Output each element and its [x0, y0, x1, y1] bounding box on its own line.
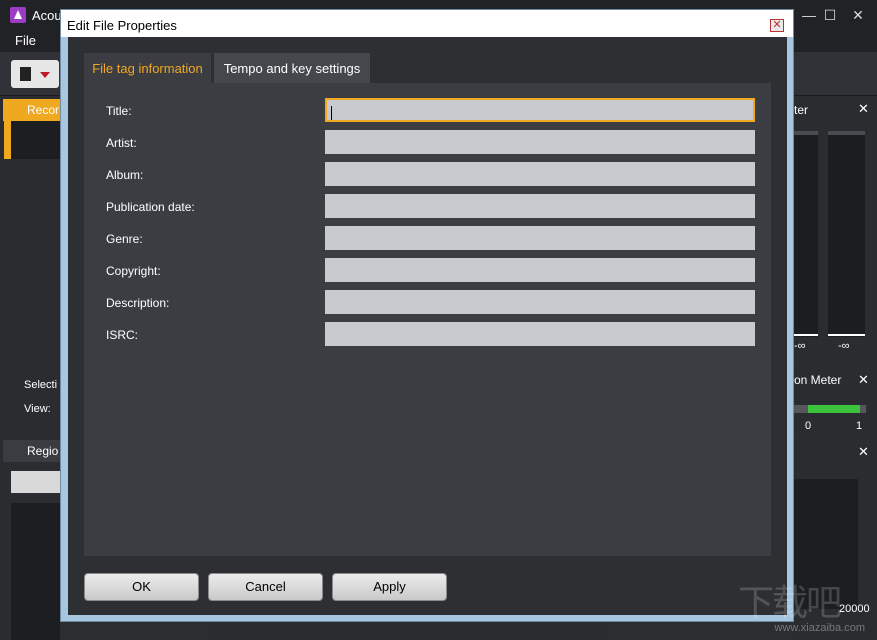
tab-content: Title: Artist: Album: Publication date: … — [84, 83, 771, 556]
copyright-label: Copyright: — [106, 264, 161, 278]
record-panel: Recor Selecti View: — [0, 97, 60, 437]
dialog-title: Edit File Properties — [67, 18, 177, 33]
tab-tempo-and-key-settings[interactable]: Tempo and key settings — [214, 53, 370, 83]
spectrum-freq-value: 20000 — [839, 603, 870, 615]
menu-file[interactable]: File — [15, 33, 36, 48]
correlation-meter-panel: on Meter ✕ 0 1 — [794, 367, 877, 437]
minimize-button[interactable]: — — [800, 6, 818, 24]
artist-input[interactable] — [325, 130, 755, 154]
meter-left-value: -∞ — [794, 340, 806, 352]
new-file-button[interactable] — [11, 60, 59, 88]
description-label: Description: — [106, 296, 170, 310]
correlation-bar — [808, 405, 860, 413]
isrc-input[interactable] — [325, 322, 755, 346]
tab-region[interactable]: Regio — [3, 440, 60, 462]
meter-left — [794, 131, 818, 337]
region-list[interactable] — [11, 503, 60, 640]
dialog-titlebar: Edit File Properties ✕ — [61, 10, 793, 37]
close-window-button[interactable]: ✕ — [849, 6, 867, 24]
dialog-body: File tag information Tempo and key setti… — [68, 37, 787, 615]
isrc-label: ISRC: — [106, 328, 139, 342]
meter-right-base — [828, 334, 865, 336]
apply-button[interactable]: Apply — [332, 573, 447, 601]
tab-record[interactable]: Recor — [3, 99, 60, 121]
close-icon[interactable]: ✕ — [858, 101, 869, 117]
tab-correlation-meter: on Meter — [794, 373, 842, 387]
level-meter-panel: ter ✕ -∞ -∞ — [794, 97, 877, 365]
record-track-marker — [4, 121, 11, 159]
ok-button[interactable]: OK — [84, 573, 199, 601]
correlation-min: 0 — [805, 420, 812, 432]
app-title: Acou — [32, 8, 62, 23]
selection-label: Selecti — [24, 379, 58, 391]
publication-date-label: Publication date: — [106, 200, 195, 214]
genre-label: Genre: — [106, 232, 143, 246]
close-icon[interactable]: ✕ — [858, 444, 869, 460]
artist-label: Artist: — [106, 136, 137, 150]
title-label: Title: — [106, 104, 132, 118]
copyright-input[interactable] — [325, 258, 755, 282]
genre-input[interactable] — [325, 226, 755, 250]
album-label: Album: — [106, 168, 144, 182]
timeline-strip — [210, 622, 610, 640]
close-icon[interactable]: ✕ — [770, 19, 784, 32]
maximize-button[interactable]: ☐ — [821, 6, 839, 24]
publication-date-input[interactable] — [325, 194, 755, 218]
watermark-logo: 下载吧 — [738, 583, 842, 624]
region-button[interactable] — [11, 471, 60, 493]
description-input[interactable] — [325, 290, 755, 314]
tab-file-tag-information[interactable]: File tag information — [84, 53, 211, 83]
album-input[interactable] — [325, 162, 755, 186]
chevron-down-icon — [40, 72, 50, 78]
meter-right — [828, 131, 865, 337]
edit-file-properties-dialog: Edit File Properties ✕ File tag informat… — [60, 9, 794, 622]
acoustica-logo-icon — [10, 7, 26, 23]
close-icon[interactable]: ✕ — [858, 372, 869, 388]
correlation-max: 1 — [856, 420, 863, 432]
region-panel: Regio — [0, 438, 60, 640]
record-track-area[interactable] — [11, 121, 60, 159]
meter-left-base — [794, 334, 818, 336]
cancel-button[interactable]: Cancel — [208, 573, 323, 601]
view-label: View: — [24, 403, 51, 415]
title-input[interactable] — [325, 98, 755, 122]
meter-right-value: -∞ — [838, 340, 850, 352]
document-icon — [20, 67, 31, 81]
watermark-text: www.xiazaiba.com — [774, 622, 865, 634]
text-caret — [331, 106, 332, 120]
